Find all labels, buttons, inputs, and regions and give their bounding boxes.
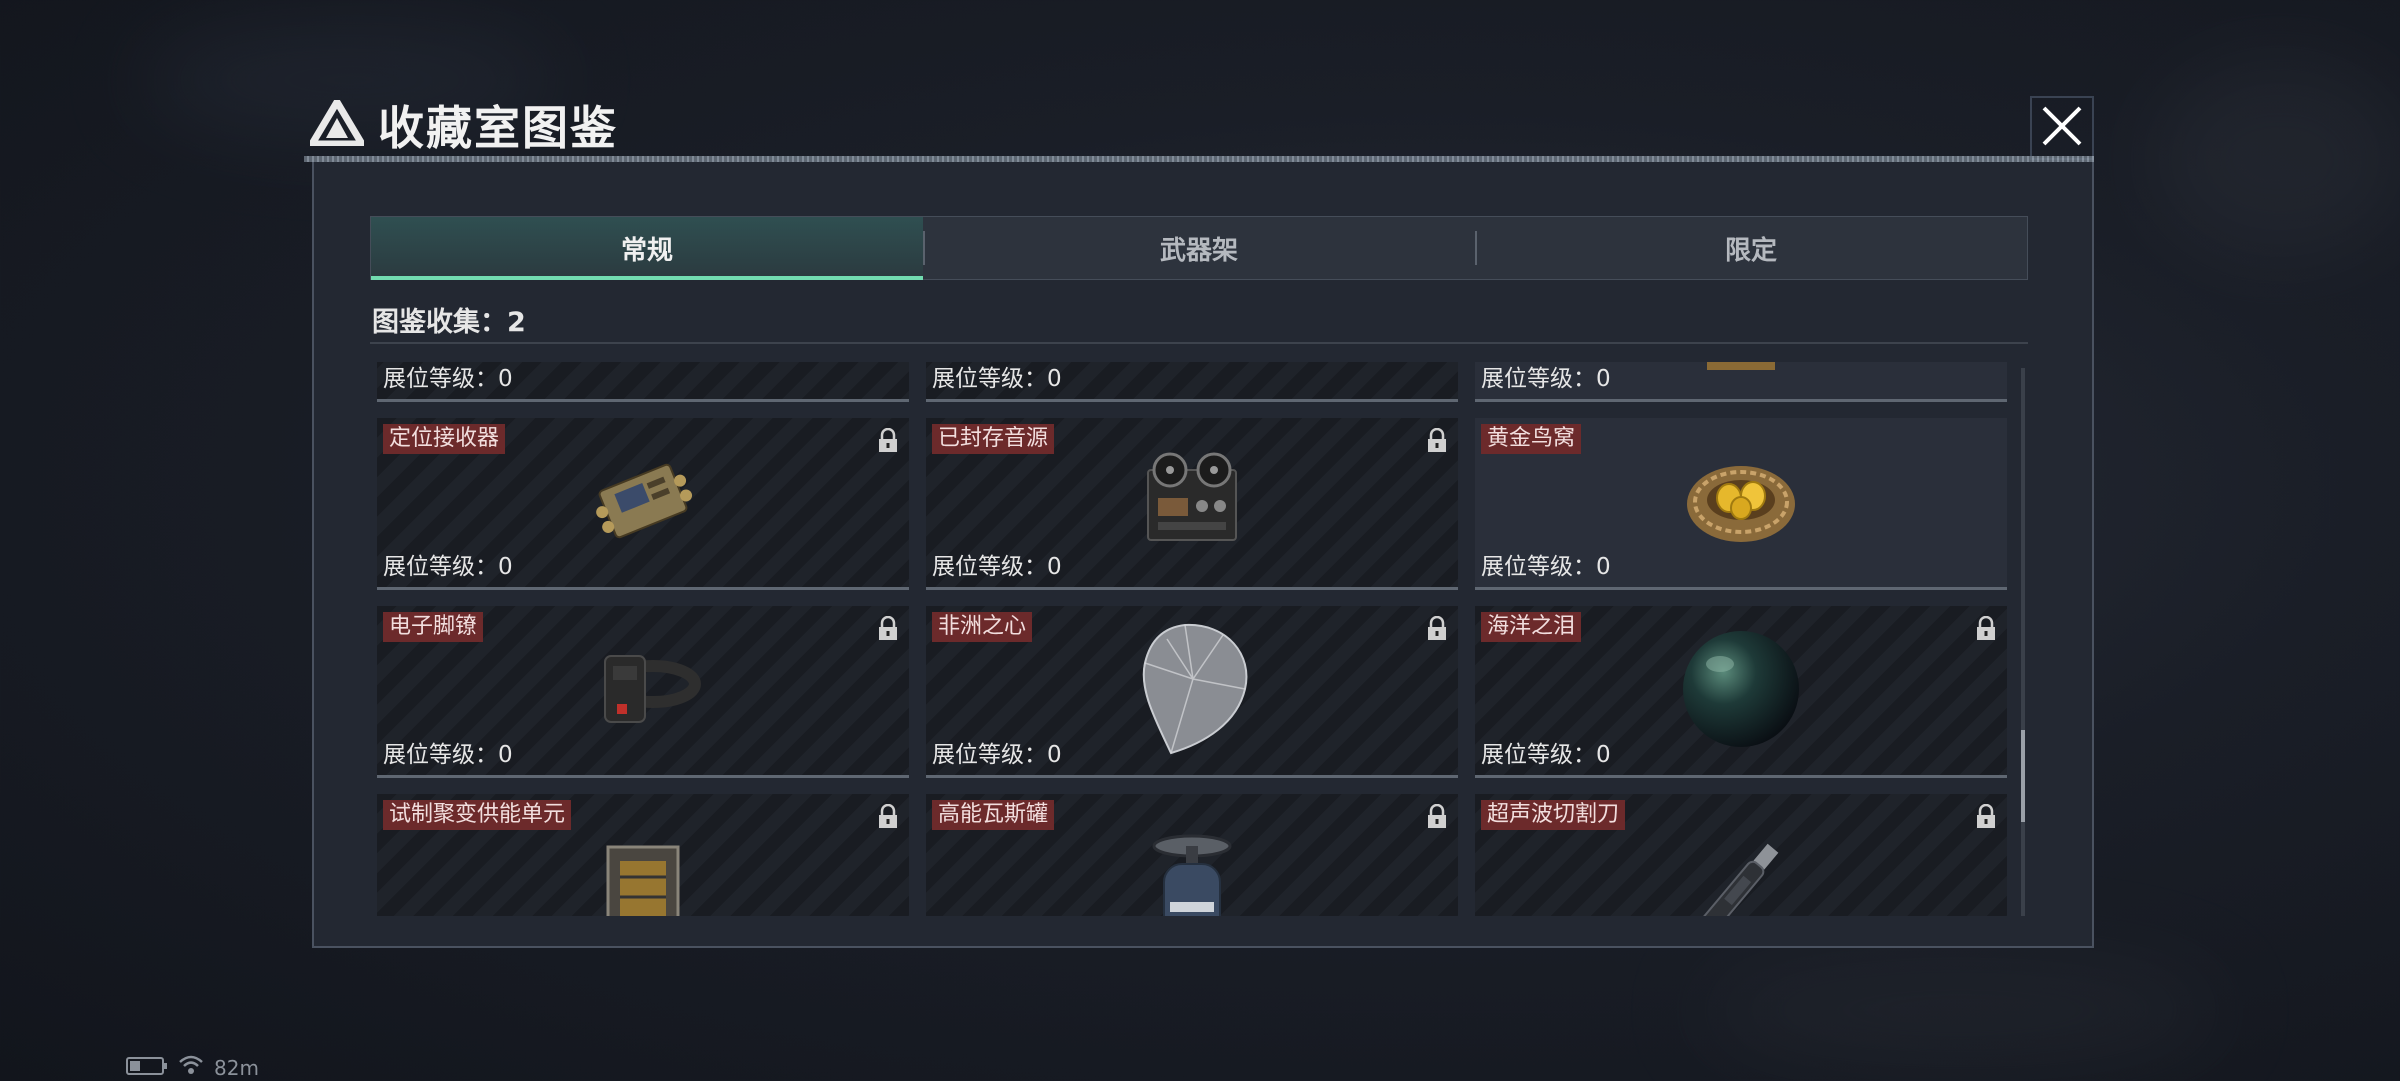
page-title: 收藏室图鉴 bbox=[378, 101, 618, 155]
tab-label: 常规 bbox=[620, 235, 673, 266]
item-card-fusion-unit[interactable]: 试制聚变供能单元 bbox=[377, 794, 909, 916]
item-card-gas-tank[interactable]: 高能瓦斯罐 bbox=[926, 794, 1458, 916]
status-bar: 82m bbox=[126, 1054, 259, 1081]
booth-level: 展位等级：0 bbox=[932, 554, 1062, 580]
lock-icon bbox=[877, 803, 899, 834]
booth-level: 展位等级：0 bbox=[383, 742, 513, 768]
booth-level: 展位等级：0 bbox=[932, 742, 1062, 768]
wifi-icon bbox=[178, 1054, 204, 1081]
item-name: 定位接收器 bbox=[383, 424, 506, 454]
collection-count: 图鉴收集：2 bbox=[372, 307, 526, 338]
item-card-ultrasonic-cutter[interactable]: 超声波切割刀 bbox=[1475, 794, 2007, 916]
booth-level: 展位等级：0 bbox=[383, 554, 513, 580]
item-name: 高能瓦斯罐 bbox=[932, 800, 1055, 830]
item-name: 电子脚镣 bbox=[383, 612, 484, 642]
item-name: 海洋之泪 bbox=[1481, 612, 1582, 642]
lock-icon bbox=[1426, 427, 1448, 458]
item-name: 非洲之心 bbox=[932, 612, 1033, 642]
booth-level: 展位等级：0 bbox=[932, 366, 1062, 392]
diamond-icon bbox=[1127, 619, 1257, 763]
booth-level: 展位等级：0 bbox=[1481, 742, 1611, 768]
black-pearl-icon bbox=[1676, 624, 1806, 758]
item-card[interactable]: 展位等级：0 bbox=[1475, 362, 2007, 402]
cutter-knife-icon bbox=[1691, 833, 1791, 916]
item-card[interactable]: 展位等级：0 bbox=[926, 362, 1458, 402]
item-name: 已封存音源 bbox=[932, 424, 1055, 454]
item-card-sealed-audio[interactable]: 已封存音源 展位等级：0 bbox=[926, 418, 1458, 590]
lock-icon bbox=[1975, 803, 1997, 834]
lock-icon bbox=[1426, 615, 1448, 646]
scroll-thumb[interactable] bbox=[2021, 730, 2025, 822]
close-button[interactable] bbox=[2030, 96, 2094, 160]
lock-icon bbox=[877, 427, 899, 458]
divider bbox=[370, 342, 2028, 344]
battery-icon bbox=[126, 1056, 168, 1080]
lock-icon bbox=[877, 615, 899, 646]
item-card[interactable]: 展位等级：0 bbox=[377, 362, 909, 402]
item-card-tear-of-ocean[interactable]: 海洋之泪 展位等级：0 bbox=[1475, 606, 2007, 778]
tab-limited[interactable]: 限定 bbox=[1475, 217, 2027, 279]
signal-text: 82m bbox=[214, 1055, 259, 1080]
item-card-ankle-monitor[interactable]: 电子脚镣 展位等级：0 bbox=[377, 606, 909, 778]
booth-level: 展位等级：0 bbox=[1481, 366, 1611, 392]
partial-item-icon bbox=[1701, 362, 1781, 380]
item-name: 试制聚变供能单元 bbox=[383, 800, 572, 830]
item-name: 黄金鸟窝 bbox=[1481, 424, 1582, 454]
title-bar: 收藏室图鉴 bbox=[305, 92, 618, 158]
delta-logo-icon bbox=[305, 95, 369, 150]
receiver-device-icon bbox=[583, 446, 703, 560]
lock-icon bbox=[1975, 615, 1997, 646]
fusion-cell-icon bbox=[598, 837, 688, 916]
item-card-golden-nest[interactable]: 黄金鸟窝 展位等级：0 bbox=[1475, 418, 2007, 590]
item-grid[interactable]: 展位等级：0 展位等级：0 展位等级：0 定位接收器 展位等级：0 已封存音源 … bbox=[370, 362, 2020, 916]
tape-recorder-icon bbox=[1132, 446, 1252, 560]
tab-regular[interactable]: 常规 bbox=[371, 217, 923, 280]
ankle-monitor-icon bbox=[583, 634, 703, 748]
item-card-heart-of-africa[interactable]: 非洲之心 展位等级：0 bbox=[926, 606, 1458, 778]
gas-tank-icon bbox=[1142, 832, 1242, 916]
tab-label: 武器架 bbox=[1159, 235, 1238, 266]
tab-label: 限定 bbox=[1724, 235, 1777, 266]
tab-weapon-rack[interactable]: 武器架 bbox=[923, 217, 1475, 279]
item-card-receiver[interactable]: 定位接收器 展位等级：0 bbox=[377, 418, 909, 590]
lock-icon bbox=[1426, 803, 1448, 834]
booth-level: 展位等级：0 bbox=[383, 366, 513, 392]
item-name: 超声波切割刀 bbox=[1481, 800, 1626, 830]
booth-level: 展位等级：0 bbox=[1481, 554, 1611, 580]
tab-bar: 常规 武器架 限定 bbox=[370, 216, 2028, 280]
scrollbar[interactable] bbox=[2021, 368, 2025, 916]
golden-nest-icon bbox=[1681, 446, 1801, 560]
